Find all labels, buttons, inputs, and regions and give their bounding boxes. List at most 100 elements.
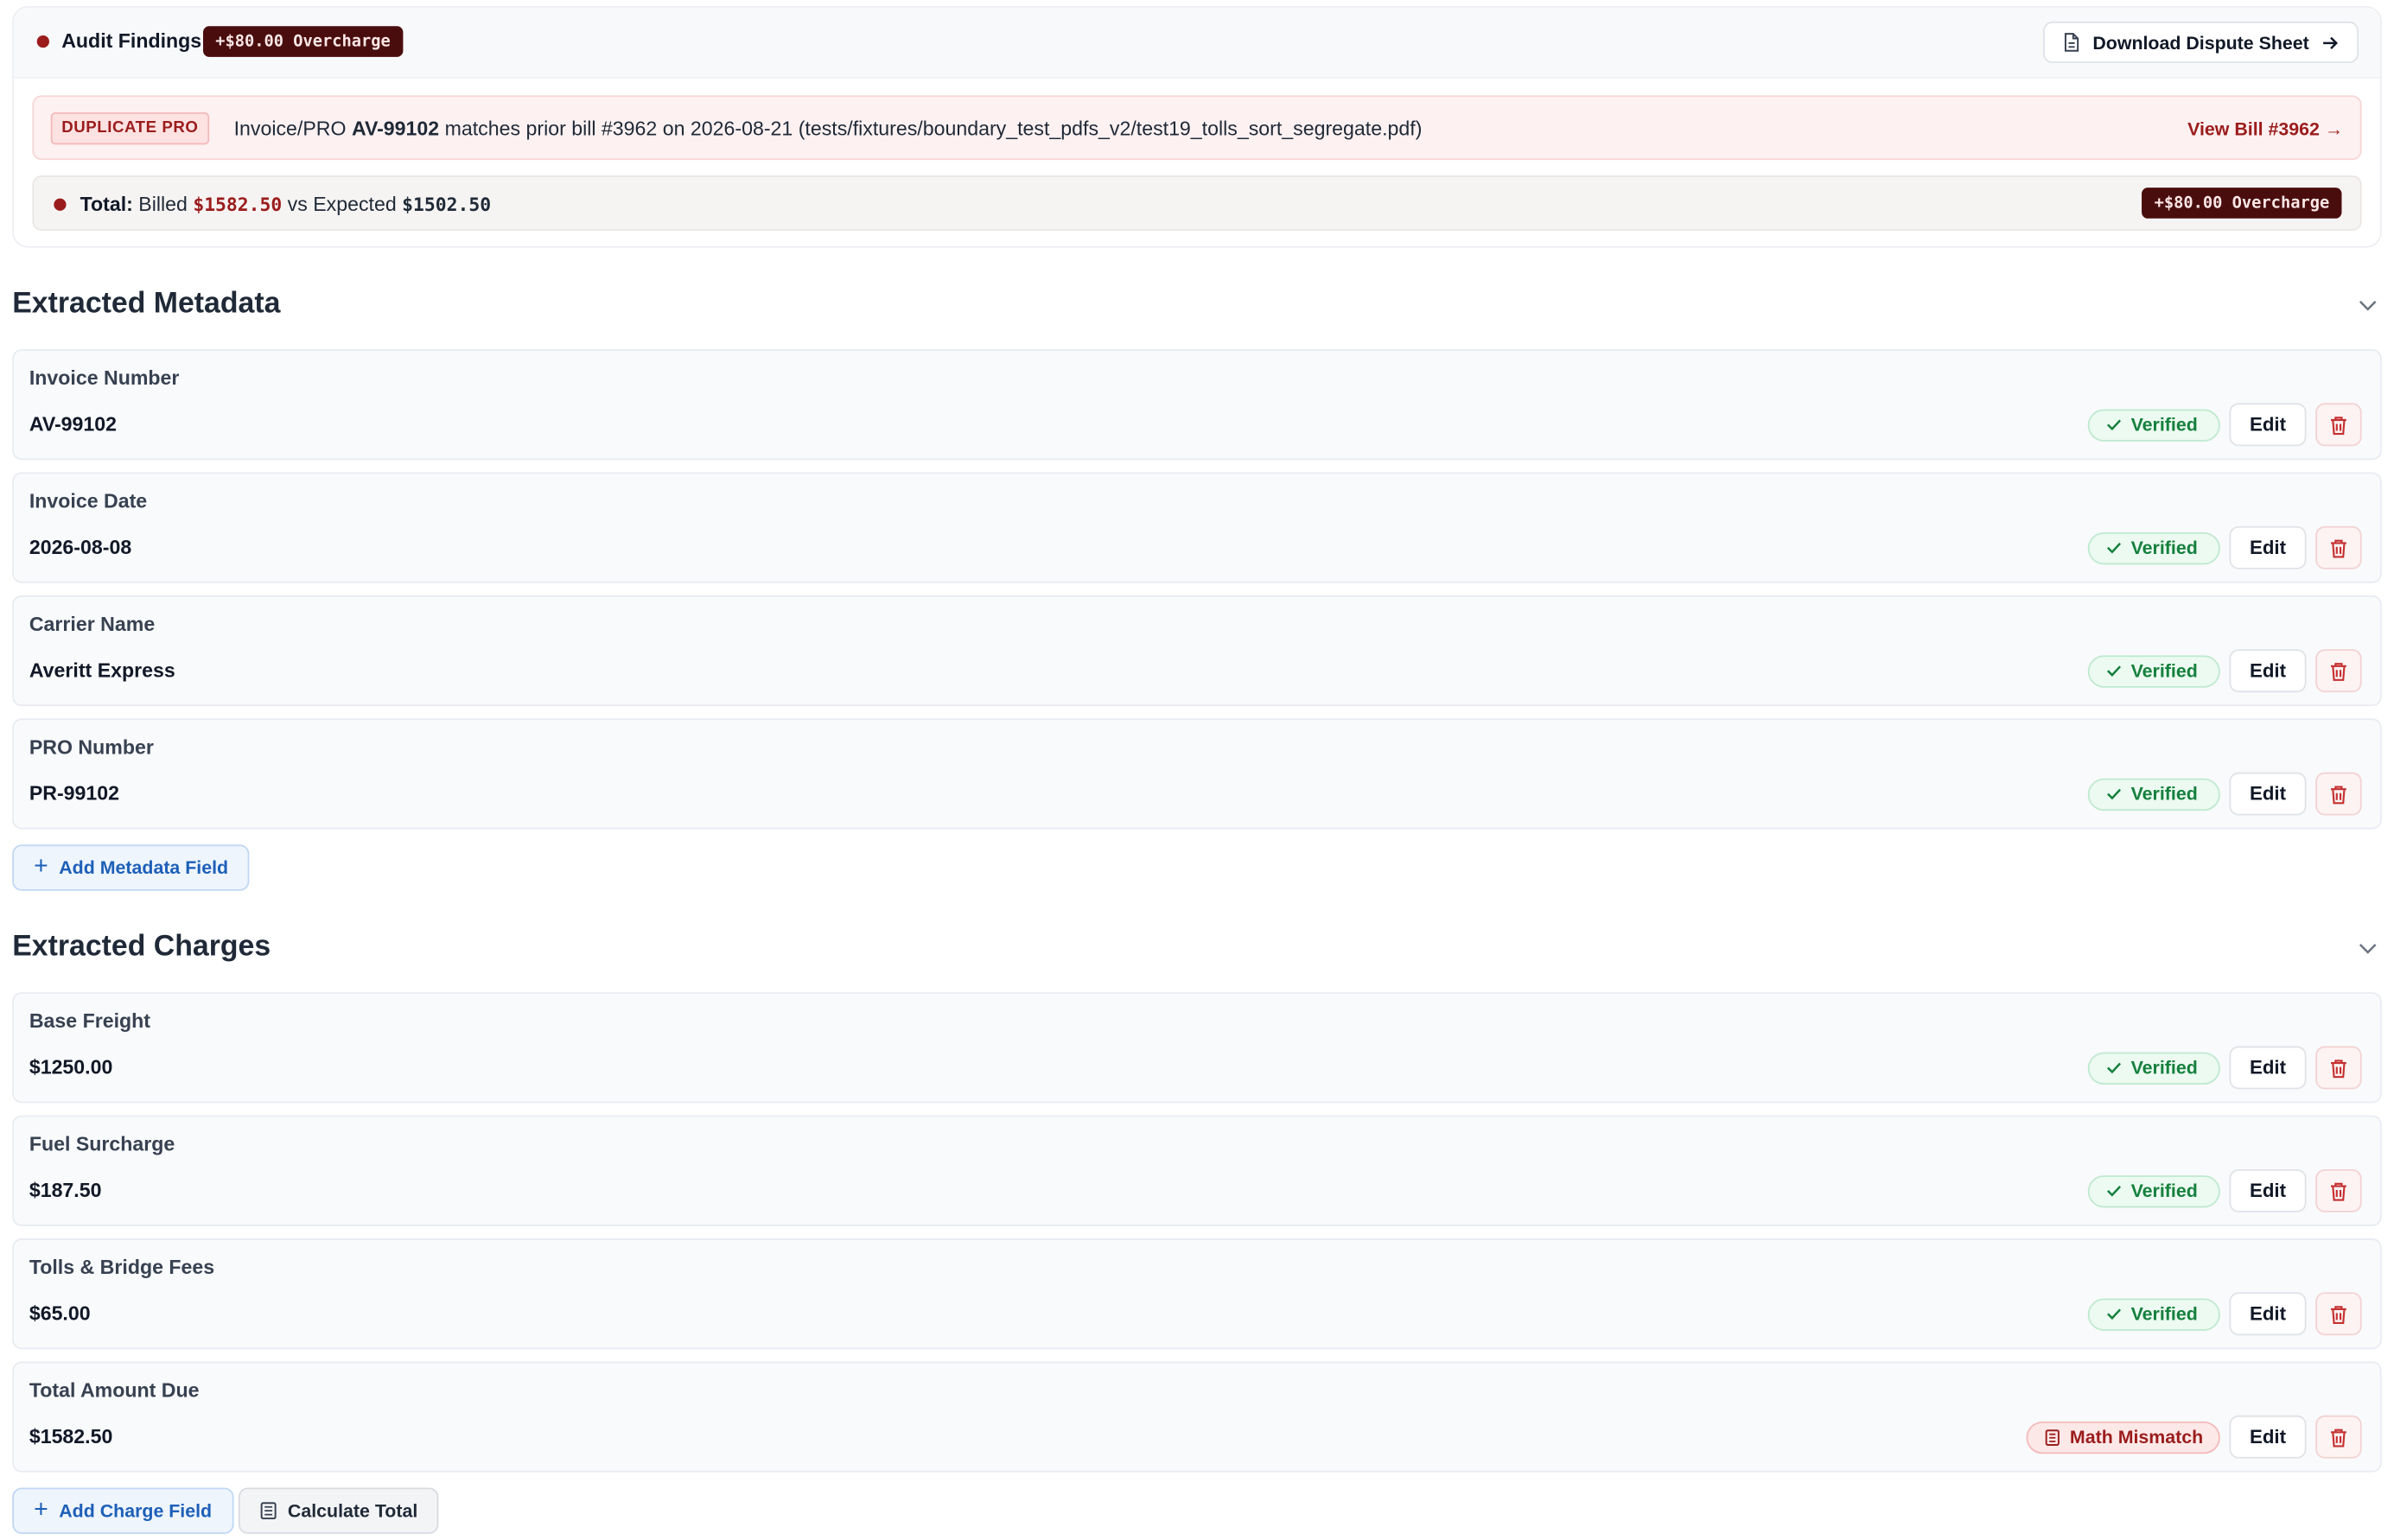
field-value: $1582.50 <box>29 1424 113 1448</box>
duplicate-pro-number: AV-99102 <box>351 117 440 140</box>
field-actions: Verified Edit <box>2087 1292 2362 1336</box>
trash-icon <box>2331 538 2346 557</box>
calculator-icon <box>2046 1429 2060 1446</box>
billed-text: Billed <box>132 192 194 216</box>
arrow-right-icon <box>2322 35 2338 49</box>
delete-button[interactable] <box>2315 649 2362 693</box>
field-actions: Verified Edit <box>2087 649 2362 693</box>
total-label: Total: <box>80 192 133 216</box>
field-value: Averitt Express <box>29 658 175 682</box>
calculate-total-button[interactable]: Calculate Total <box>238 1487 440 1534</box>
field-label: Total Amount Due <box>29 1378 200 1402</box>
verified-badge: Verified <box>2087 1297 2220 1330</box>
field-label: Carrier Name <box>29 612 156 636</box>
field-value: $65.00 <box>29 1301 91 1325</box>
audit-findings-title: Audit Findings <box>61 29 202 53</box>
status-label: Verified <box>2130 1302 2198 1325</box>
trash-icon <box>2331 662 2346 681</box>
field-label: Base Freight <box>29 1009 151 1033</box>
billed-amount: $1582.50 <box>193 194 283 216</box>
overcharge-badge: +$80.00 Overcharge <box>2142 188 2342 219</box>
view-prior-bill-label: View Bill #3962 <box>2187 118 2320 140</box>
field-label: PRO Number <box>29 735 154 759</box>
add-metadata-field-button[interactable]: + Add Metadata Field <box>12 844 251 891</box>
delete-button[interactable] <box>2315 403 2362 447</box>
total-comparison-text: Total: Billed $1582.50 vs Expected $1502… <box>80 193 491 216</box>
overcharge-badge: +$80.00 Overcharge <box>202 26 404 57</box>
delete-button[interactable] <box>2315 1292 2362 1336</box>
total-comparison-row: Total: Billed $1582.50 vs Expected $1502… <box>32 175 2362 232</box>
field-card-base-freight: Base Freight $1250.00 Verified Edit <box>12 992 2382 1104</box>
field-label: Fuel Surcharge <box>29 1132 175 1155</box>
trash-icon <box>2331 785 2346 804</box>
status-label: Math Mismatch <box>2069 1426 2204 1448</box>
edit-button[interactable]: Edit <box>2229 1046 2307 1090</box>
status-label: Verified <box>2130 659 2198 682</box>
edit-button[interactable]: Edit <box>2229 1168 2307 1212</box>
expected-amount: $1502.50 <box>402 194 492 216</box>
math-mismatch-badge: Math Mismatch <box>2027 1421 2220 1454</box>
add-charge-field-button[interactable]: + Add Charge Field <box>12 1487 234 1534</box>
edit-button[interactable]: Edit <box>2229 1415 2307 1459</box>
alert-dot-icon <box>36 35 49 48</box>
check-icon <box>2106 665 2122 677</box>
field-label: Tolls & Bridge Fees <box>29 1255 215 1279</box>
verified-badge: Verified <box>2087 1051 2220 1085</box>
field-actions: Verified Edit <box>2087 403 2362 447</box>
delete-button[interactable] <box>2315 1046 2362 1090</box>
plus-icon: + <box>34 854 48 881</box>
chevron-down-icon[interactable] <box>2357 294 2378 315</box>
duplicate-text-suffix: matches prior bill #3962 on 2026-08-21 (… <box>439 117 1423 140</box>
duplicate-pro-message: Invoice/PRO AV-99102 matches prior bill … <box>234 117 1423 140</box>
field-value: $1250.00 <box>29 1055 113 1079</box>
field-label: Invoice Number <box>29 366 180 390</box>
field-card-total-amount-due: Total Amount Due $1582.50 Math Mismatch Edi… <box>12 1361 2382 1473</box>
edit-button[interactable]: Edit <box>2229 525 2307 570</box>
verified-badge: Verified <box>2087 408 2220 442</box>
add-metadata-field-label: Add Metadata Field <box>59 856 229 879</box>
trash-icon <box>2331 1428 2346 1447</box>
trash-icon <box>2331 1181 2346 1200</box>
file-icon <box>2065 33 2079 52</box>
duplicate-pro-alert: DUPLICATE PRO Invoice/PRO AV-99102 match… <box>32 95 2362 161</box>
status-label: Verified <box>2130 537 2198 559</box>
edit-button[interactable]: Edit <box>2229 403 2307 447</box>
delete-button[interactable] <box>2315 525 2362 570</box>
view-prior-bill-link[interactable]: View Bill #3962 → <box>2187 118 2343 140</box>
check-icon <box>2106 419 2122 431</box>
trash-icon <box>2331 1305 2346 1324</box>
extracted-charges-title: Extracted Charges <box>12 931 271 964</box>
duplicate-pro-tag: DUPLICATE PRO <box>50 111 209 145</box>
invoice-audit-view: Audit Findings +$80.00 Overcharge Downlo… <box>0 0 2394 1540</box>
calculate-total-label: Calculate Total <box>287 1499 418 1522</box>
field-actions: Verified Edit <box>2087 1046 2362 1090</box>
edit-button[interactable]: Edit <box>2229 772 2307 816</box>
check-icon <box>2106 1062 2122 1074</box>
field-card-carrier-name: Carrier Name Averitt Express Verified Edit <box>12 595 2382 707</box>
duplicate-text-prefix: Invoice/PRO <box>233 117 352 140</box>
field-label: Invoice Date <box>29 489 148 512</box>
delete-button[interactable] <box>2315 1168 2362 1212</box>
field-value: 2026-08-08 <box>29 535 132 559</box>
edit-button[interactable]: Edit <box>2229 649 2307 693</box>
field-value: PR-99102 <box>29 781 120 805</box>
chevron-down-icon[interactable] <box>2357 937 2378 958</box>
alert-dot-icon <box>54 198 67 211</box>
field-card-invoice-number: Invoice Number AV-99102 Verified Edit <box>12 349 2382 461</box>
field-value: AV-99102 <box>29 412 118 436</box>
add-charge-field-label: Add Charge Field <box>59 1499 213 1522</box>
status-label: Verified <box>2130 413 2198 436</box>
status-label: Verified <box>2130 1180 2198 1202</box>
status-label: Verified <box>2130 783 2198 805</box>
delete-button[interactable] <box>2315 1415 2362 1459</box>
check-icon <box>2106 788 2122 800</box>
trash-icon <box>2331 416 2346 435</box>
delete-button[interactable] <box>2315 772 2362 816</box>
download-dispute-sheet-button[interactable]: Download Dispute Sheet <box>2043 21 2359 63</box>
vs-expected-text: vs Expected <box>282 192 403 216</box>
arrow-right-icon: → <box>2324 118 2344 140</box>
edit-button[interactable]: Edit <box>2229 1292 2307 1336</box>
verified-badge: Verified <box>2087 777 2220 811</box>
download-dispute-sheet-label: Download Dispute Sheet <box>2092 31 2309 54</box>
field-actions: Math Mismatch Edit <box>2027 1415 2362 1459</box>
